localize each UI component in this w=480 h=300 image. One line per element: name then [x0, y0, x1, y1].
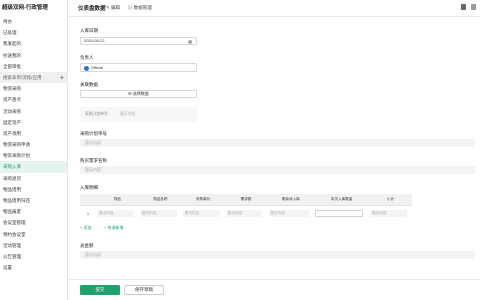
sidebar-item-todo[interactable]: 待办: [0, 16, 67, 27]
sidebar-item[interactable]: 物品借用: [0, 184, 67, 195]
col-header: [80, 194, 96, 206]
submit-button[interactable]: 提交: [80, 285, 120, 295]
form-content: 入库日期 2024-05-22 ▦ 负责人 Official 关联数据 ⊞ 选择…: [68, 17, 480, 300]
sidebar-item-initiated[interactable]: 我发起的: [0, 38, 67, 49]
quick-add-button[interactable]: + 快速新增: [104, 225, 123, 231]
plan-no-field[interactable]: 暂无内容: [80, 139, 475, 147]
col-header: 剩余待入库: [267, 194, 315, 206]
sidebar-item-all[interactable]: 全部审批: [0, 61, 67, 72]
sidebar-item[interactable]: 活动管理: [0, 240, 67, 251]
sidebar-item-active[interactable]: 采购入库: [0, 161, 67, 173]
person-name: Official: [91, 65, 104, 70]
subcard-value: 暂无内容: [120, 112, 136, 116]
detail-label: 入库明细: [80, 185, 98, 190]
plan-no-label: 采购计划单号: [80, 131, 107, 136]
sidebar-item-cc[interactable]: 抄送我的: [0, 50, 67, 61]
sidebar-item[interactable]: 预约会议室: [0, 229, 67, 240]
col-header: 小计: [369, 194, 412, 206]
col-header: 物品: [96, 194, 139, 206]
app-title: 超级双网-行政管理: [2, 5, 48, 11]
sidebar-item[interactable]: 资产盘点: [0, 94, 67, 105]
table-header: 物品 物品名称 采购单价 需求数 剩余待入库 本次入库数量 小计: [80, 194, 412, 206]
table-row: 1 暂无内容 暂无内容 暂无内容 暂无内容 暂无内容 暂无内容: [80, 206, 412, 222]
sidebar-item-done[interactable]: 已处理: [0, 27, 67, 38]
col-header: 本次入库数量: [314, 194, 370, 206]
total-field[interactable]: 暂无内容: [80, 251, 475, 259]
sidebar-item[interactable]: 采购退货: [0, 173, 67, 184]
select-data-button[interactable]: ⊞ 选择数据: [80, 90, 197, 98]
page-title: 仪表盘数据: [78, 6, 106, 12]
add-row-button[interactable]: + 添加: [80, 225, 91, 231]
sidebar-item[interactable]: 物资采购计划: [0, 150, 67, 161]
sidebar-item[interactable]: 物资采购: [0, 83, 67, 94]
person-label: 负责人: [80, 55, 94, 60]
calendar-icon: ▦: [188, 39, 192, 44]
sidebar-item[interactable]: 资产领用: [0, 128, 67, 139]
sidebar-search[interactable]: 搜索表单/流程/应用: [0, 71, 67, 84]
col-header: 物品名称: [138, 194, 182, 206]
plan-name-label: 购买需求名称: [80, 158, 107, 163]
related-subcard: 采购计划单号 暂无内容: [80, 107, 197, 122]
table-cell[interactable]: 暂无内容: [268, 210, 309, 217]
add-icon[interactable]: +: [60, 75, 64, 83]
date-label: 入库日期: [80, 28, 98, 33]
table-cell[interactable]: 暂无内容: [225, 210, 263, 217]
person-field[interactable]: Official: [80, 63, 197, 72]
table-cell[interactable]: 暂无内容: [97, 210, 134, 217]
edit-button[interactable]: ✎ 编辑: [106, 5, 120, 11]
topbar: 仪表盘数据 ✎ 编辑 ▤ 数据管理: [68, 0, 480, 17]
sidebar-item[interactable]: 会议室管理: [0, 217, 67, 228]
share-icon[interactable]: [461, 4, 466, 10]
row-index: 1: [87, 211, 89, 216]
detail-table: 物品 物品名称 采购单价 需求数 剩余待入库 本次入库数量 小计 1 暂无内容 …: [80, 194, 412, 221]
table-cell[interactable]: 暂无内容: [182, 210, 220, 217]
sidebar-item[interactable]: 公告管理: [0, 251, 67, 262]
more-icon[interactable]: [471, 4, 476, 10]
col-header: 需求数: [224, 194, 268, 206]
date-field[interactable]: 2024-05-22 ▦: [80, 37, 197, 45]
subcard-label: 采购计划单号: [85, 112, 108, 116]
total-label: 总金额: [80, 243, 94, 248]
sidebar-item[interactable]: 固定资产: [0, 117, 67, 128]
quantity-input[interactable]: [315, 209, 363, 217]
related-label: 关联数据: [80, 82, 98, 87]
save-draft-button[interactable]: 保存草稿: [124, 285, 164, 295]
bottom-bar: 提交 保存草稿: [68, 279, 480, 300]
sidebar-item[interactable]: 物品报废: [0, 206, 67, 217]
table-cell[interactable]: 暂无内容: [370, 210, 407, 217]
sidebar-item[interactable]: 活动采购: [0, 106, 67, 117]
sidebar-item[interactable]: 物品借用归还: [0, 195, 67, 206]
sidebar-item[interactable]: 物资采购申请: [0, 139, 67, 150]
date-value: 2024-05-22: [84, 38, 105, 43]
sidebar: 超级双网-行政管理 待办 已处理 我发起的 抄送我的 全部审批 搜索表单/流程/…: [0, 0, 68, 300]
plan-name-field[interactable]: 暂无内容: [80, 166, 475, 174]
col-header: 采购单价: [181, 194, 225, 206]
table-cell[interactable]: 暂无内容: [139, 210, 177, 217]
data-manage-button[interactable]: ▤ 数据管理: [128, 5, 152, 11]
sidebar-item-settings[interactable]: 设置: [0, 262, 67, 273]
avatar: [84, 65, 89, 71]
